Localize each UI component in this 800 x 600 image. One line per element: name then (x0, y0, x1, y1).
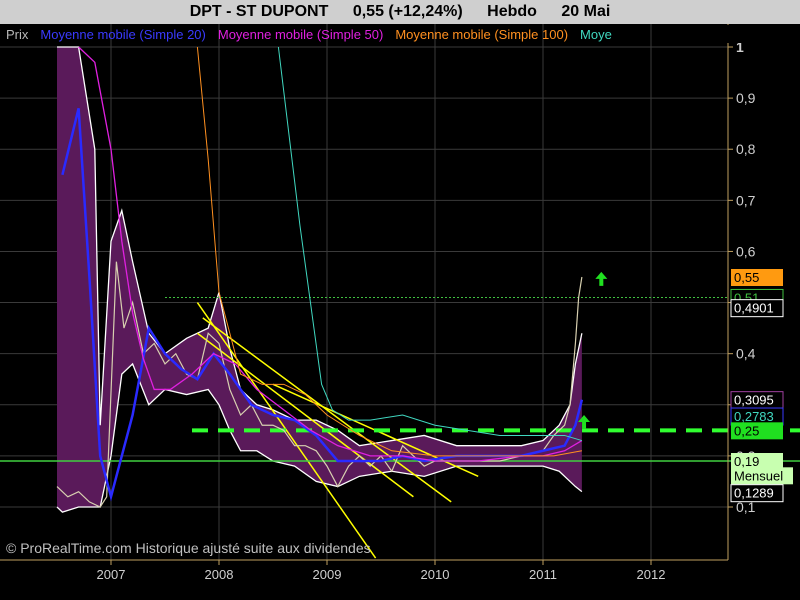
legend-item: Moye (580, 27, 612, 42)
legend-item: Moyenne mobile (Simple 100) (395, 27, 568, 42)
chart-title-bar: DPT - ST DUPONT 0,55 (+12,24%) Hebdo 20 … (0, 0, 800, 24)
x-tick-label: 2012 (637, 567, 666, 582)
price-label-text: 0,4901 (734, 301, 774, 316)
legend-overflow-mask (727, 25, 800, 43)
legend-item: Moyenne mobile (Simple 50) (218, 27, 383, 42)
y-tick-label: 0,4 (736, 346, 756, 362)
y-tick-label: 0,9 (736, 90, 756, 106)
y-tick-label: 0,7 (736, 192, 756, 208)
price-label-text: 0,2783 (734, 409, 774, 424)
date-label: 20 Mai (561, 3, 611, 20)
x-tick-label: 2009 (313, 567, 342, 582)
price-label-text: Mensuel (734, 468, 783, 483)
x-tick-label: 2010 (421, 567, 450, 582)
x-tick-label: 2008 (205, 567, 234, 582)
copyright-note: © ProRealTime.com Historique ajusté suit… (6, 540, 371, 556)
price-label-text: 0,1289 (734, 486, 774, 501)
period-label: Hebdo (487, 3, 537, 20)
price-label-text: 0,55 (734, 270, 759, 285)
price-label-text: 0,3095 (734, 393, 774, 408)
x-tick-label: 2011 (529, 567, 557, 582)
x-tick-label: 2007 (97, 567, 126, 582)
y-tick-label: 0,6 (736, 243, 756, 259)
instrument-name: DPT - ST DUPONT (189, 3, 329, 20)
legend-item: Prix (6, 27, 29, 42)
price-chart[interactable]: 0,10,20,30,40,50,60,70,80,91 20072008200… (0, 24, 800, 600)
legend-item: Moyenne mobile (Simple 20) (40, 27, 205, 42)
price-label-text: 0,25 (734, 423, 759, 438)
price-change: 0,55 (+12,24%) (352, 3, 463, 20)
price-label-text: 0,19 (734, 454, 759, 469)
y-tick-label: 0,8 (736, 141, 756, 157)
